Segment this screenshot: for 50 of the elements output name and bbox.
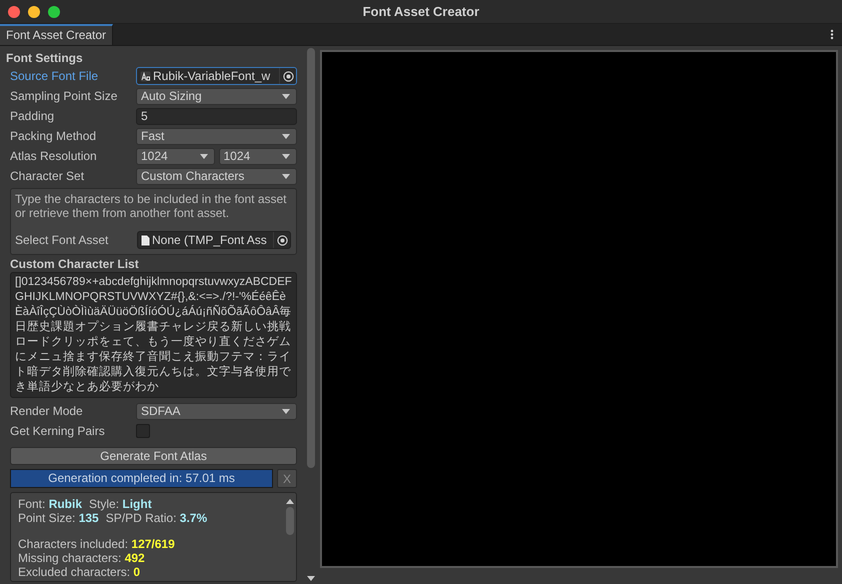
scroll-down-icon[interactable]	[307, 576, 315, 581]
info-text: Missing characters: 492	[18, 551, 145, 565]
zoom-button[interactable]	[48, 6, 60, 18]
field-label: Custom Character List	[10, 257, 140, 271]
editor-tab[interactable]: Font Asset Creator	[0, 24, 114, 45]
caret-icon	[282, 154, 290, 158]
help-text: Type the characters to be included in the font asset or retrieve them from another font asset.	[15, 192, 288, 220]
object-field[interactable]: None (TMP_Font Ass	[137, 231, 291, 249]
character-list-field[interactable]: []0123456789×+abcdefghijklmnopqrstuvwxyzABCDEFGHIJKLMNOPQRSTUVWXYZ#{},&:<=>./?!-'%ÉéêÊèÈàÀîÎçÇÙòÒÌìùäÄÜüöÖßÍíóÓÚ¿áÁú¡ñÑõÕãÃôÔâÂ毎日歴史課題オプション履書チャレジ戻る新しい挑戦ロードクリッポをェて、もう一度やり直くださゲムにメニュ捨ます保存終了音聞こえ振動フテマ：ライト暗デタ削除確認購入復元んちは。文字与各使用でき単語少なとあ必要がわか	[10, 272, 297, 398]
info-text: Font: Rubik	[18, 497, 82, 511]
font-file-icon	[140, 70, 151, 82]
info-text: Excluded characters: 0	[18, 565, 140, 579]
progress-text: Generation completed in: 57.01 ms	[47, 470, 236, 487]
field-label: Character Set	[10, 169, 86, 183]
window-title: Font Asset Creator	[362, 4, 480, 18]
checkbox[interactable]	[136, 424, 150, 438]
text-field[interactable]: 5	[136, 108, 297, 124]
dropdown[interactable]: 1024	[136, 148, 214, 164]
field-label: Get Kerning Pairs	[10, 424, 106, 438]
field-label: Select Font Asset	[15, 233, 110, 247]
info-text: Characters included: 127/619	[18, 537, 175, 551]
document-icon	[141, 234, 150, 246]
generate-button[interactable]: Generate Font Atlas	[10, 447, 297, 465]
caret-icon	[282, 134, 290, 138]
field-label: Source Font File	[10, 69, 100, 83]
field-label: Render Mode	[10, 404, 84, 418]
caret-icon	[282, 408, 290, 414]
field-label: Atlas Resolution	[10, 149, 98, 163]
dropdown[interactable]: Custom Characters	[136, 168, 297, 184]
field-label: Padding	[10, 109, 56, 123]
dropdown[interactable]: Auto Sizing	[136, 88, 297, 104]
section-title: Font Settings	[6, 51, 84, 65]
info-text: Style: Light	[89, 497, 152, 511]
caret-icon	[200, 154, 208, 158]
dropdown[interactable]: Fast	[136, 128, 297, 144]
dropdown[interactable]: 1024	[218, 148, 297, 164]
caret-icon	[282, 174, 290, 178]
dropdown[interactable]: SDFAA	[136, 402, 297, 420]
object-field[interactable]: Rubik-VariableFont_w	[136, 67, 297, 85]
scroll-up-icon[interactable]	[286, 499, 294, 504]
info-text: Point Size: 135	[18, 511, 99, 525]
object-picker-icon[interactable]	[283, 70, 294, 82]
close-button[interactable]	[8, 6, 20, 18]
info-text: SP/PD Ratio: 3.7%	[106, 511, 208, 525]
field-label: Packing Method	[10, 129, 98, 143]
caret-icon	[282, 94, 290, 98]
more-menu-icon[interactable]	[830, 29, 834, 40]
object-picker-icon[interactable]	[277, 234, 288, 246]
minimize-button[interactable]	[28, 6, 40, 18]
field-label: Sampling Point Size	[10, 89, 118, 103]
